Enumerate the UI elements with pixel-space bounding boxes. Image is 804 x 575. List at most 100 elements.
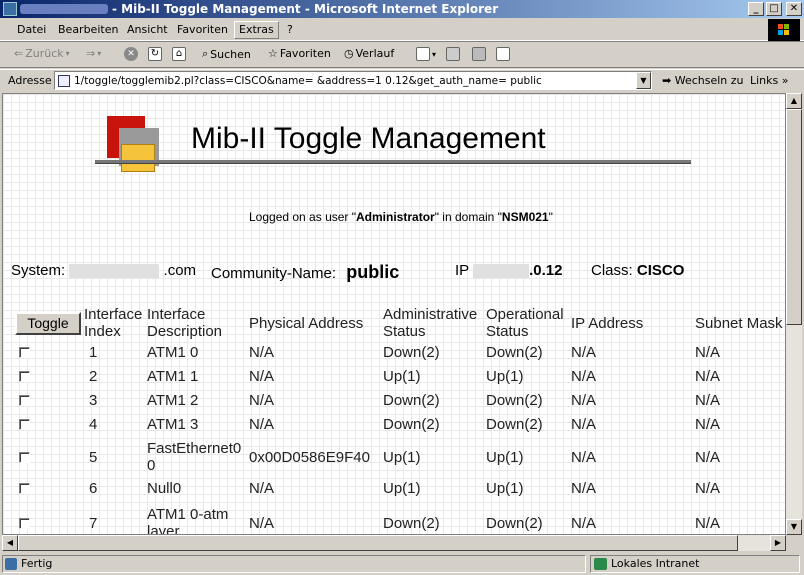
address-input[interactable]: 1/toggle/togglemib2.pl?class=CISCO&name=…: [54, 71, 652, 90]
cell-administrative-status: Up(1): [383, 449, 421, 466]
security-zone-panel: Lokales Intranet: [590, 555, 800, 573]
print-button[interactable]: [446, 47, 460, 61]
row-checkbox[interactable]: [19, 452, 30, 463]
cell-interface-index: 3: [89, 392, 98, 409]
class-value: CISCO: [636, 262, 685, 279]
maximize-button[interactable]: □: [766, 2, 782, 16]
community-value: public: [346, 262, 400, 282]
cell-interface-index: 7: [89, 515, 98, 532]
cell-subnet-mask: N/A: [695, 392, 721, 409]
minimize-button[interactable]: _: [748, 2, 764, 16]
home-icon: ⌂: [172, 47, 186, 61]
cell-subnet-mask: N/A: [695, 480, 721, 497]
row-checkbox[interactable]: [19, 483, 30, 494]
title-bar[interactable]: - Mib-II Toggle Management - Microsoft I…: [0, 0, 804, 18]
refresh-button[interactable]: ↻: [148, 47, 162, 61]
cell-physical-address: N/A: [249, 368, 275, 385]
cell-administrative-status: Down(2): [383, 515, 440, 532]
system-redacted: [69, 264, 160, 279]
header-administrative-status: Administrative Status: [383, 306, 478, 340]
favorites-button[interactable]: ☆ Favoriten: [268, 47, 331, 60]
scroll-down-arrow-icon[interactable]: ▼: [786, 519, 802, 535]
cell-administrative-status: Up(1): [383, 368, 421, 385]
mib-logo: [103, 116, 163, 176]
cell-ip-address: N/A: [571, 416, 597, 433]
cell-operational-status: Up(1): [486, 480, 524, 497]
status-bar: Fertig Lokales Intranet: [0, 553, 804, 575]
header-operational-status: Operational Status: [486, 306, 564, 340]
history-label: Verlauf: [355, 47, 395, 60]
browser-window: - Mib-II Toggle Management - Microsoft I…: [0, 0, 804, 575]
system-label: System:: [11, 262, 66, 279]
toggle-button[interactable]: Toggle: [15, 312, 81, 335]
address-url[interactable]: 1/toggle/togglemib2.pl?class=CISCO&name=…: [74, 75, 542, 87]
cell-ip-address: N/A: [571, 368, 597, 385]
cell-operational-status: Down(2): [486, 515, 543, 532]
cell-physical-address: N/A: [249, 480, 275, 497]
cell-operational-status: Down(2): [486, 344, 543, 361]
menu-ansicht[interactable]: Ansicht: [127, 23, 168, 36]
domain-name: NSM021: [501, 210, 549, 224]
links-button[interactable]: Links »: [750, 74, 789, 87]
menu-bearbeiten[interactable]: Bearbeiten: [58, 23, 118, 36]
row-checkbox[interactable]: [19, 371, 30, 382]
menu-favoriten[interactable]: Favoriten: [177, 23, 228, 36]
row-checkbox[interactable]: [19, 419, 30, 430]
discuss-button[interactable]: [496, 47, 510, 61]
cell-ip-address: N/A: [571, 344, 597, 361]
cell-interface-index: 4: [89, 416, 98, 433]
horizontal-scroll-thumb[interactable]: [18, 535, 738, 551]
vertical-scrollbar[interactable]: ▲ ▼: [786, 93, 802, 535]
horizontal-scrollbar[interactable]: ◀ ▶: [2, 535, 786, 551]
cell-interface-index: 5: [89, 449, 98, 466]
cell-physical-address: N/A: [249, 392, 275, 409]
vertical-scroll-thumb[interactable]: [786, 109, 802, 325]
cell-operational-status: Down(2): [486, 416, 543, 433]
community-info: Community-Name: public: [211, 262, 399, 283]
cell-administrative-status: Up(1): [383, 480, 421, 497]
address-dropdown-chevron-down-icon[interactable]: ▼: [636, 72, 651, 89]
mail-button[interactable]: ▾: [416, 47, 436, 61]
scroll-up-arrow-icon[interactable]: ▲: [786, 93, 802, 109]
row-checkbox[interactable]: [19, 347, 30, 358]
back-label: Zurück: [25, 47, 64, 60]
close-button[interactable]: ✕: [786, 2, 802, 16]
scroll-right-arrow-icon[interactable]: ▶: [770, 535, 786, 551]
chevron-down-icon: ▾: [432, 49, 437, 59]
stop-button[interactable]: ✕: [124, 47, 138, 61]
scroll-left-arrow-icon[interactable]: ◀: [2, 535, 18, 551]
cell-subnet-mask: N/A: [695, 416, 721, 433]
history-button[interactable]: ◷ Verlauf: [344, 47, 394, 60]
menu-help[interactable]: ?: [287, 23, 293, 36]
go-button[interactable]: ➡ Wechseln zu: [662, 74, 744, 87]
ip-redacted: [473, 264, 530, 279]
redacted-title-prefix: [20, 4, 108, 14]
community-label: Community-Name:: [211, 265, 337, 282]
edit-button[interactable]: [472, 47, 486, 61]
cell-interface-description: ATM1 0-atm: [147, 506, 229, 523]
cell-interface-description: ATM1 2: [147, 392, 199, 409]
chevron-right-icon: »: [781, 74, 789, 87]
cell-physical-address: N/A: [249, 515, 275, 532]
system-value: .com: [163, 262, 197, 279]
cell-ip-address: N/A: [571, 449, 597, 466]
window-title: - Mib-II Toggle Management - Microsoft I…: [112, 2, 499, 16]
intranet-icon: [594, 558, 607, 570]
header-physical-address: Physical Address: [249, 315, 364, 332]
cell-interface-description: layer: [147, 523, 180, 535]
search-button[interactable]: ⌕ Suchen: [202, 47, 251, 61]
title-underline: [95, 160, 691, 164]
cell-physical-address: 0x00D0586E9F40: [249, 449, 370, 466]
back-button[interactable]: ⇐ Zurück ▾: [14, 47, 70, 60]
menu-datei[interactable]: Datei: [17, 23, 46, 36]
class-info: Class: CISCO: [591, 262, 684, 279]
row-checkbox[interactable]: [19, 518, 30, 529]
menu-extras[interactable]: Extras: [234, 21, 279, 39]
cell-interface-index: 6: [89, 480, 98, 497]
header-subnet-mask: Subnet Mask: [695, 315, 783, 332]
home-button[interactable]: ⌂: [172, 47, 186, 61]
forward-button[interactable]: ⇒ ▾: [86, 47, 101, 60]
row-checkbox[interactable]: [19, 395, 30, 406]
chevron-down-icon: ▾: [65, 49, 70, 58]
windows-logo-icon: [768, 19, 800, 41]
